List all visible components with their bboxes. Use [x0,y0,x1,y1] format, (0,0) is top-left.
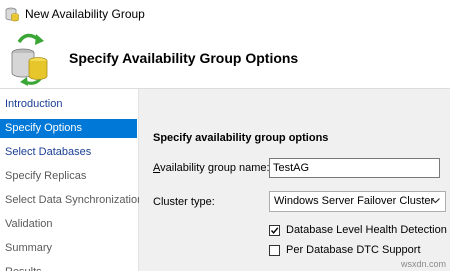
window-title: New Availability Group [25,7,145,21]
nav-item-select-databases[interactable]: Select Databases [0,143,137,162]
dtc-support-checkbox[interactable] [269,244,280,256]
nav-item-select-data-synchronization: Select Data Synchronization [5,194,144,206]
nav-item-specify-options[interactable]: Specify Options [0,119,137,138]
health-detection-checkbox[interactable] [269,224,280,236]
section-title: Specify availability group options [153,132,329,144]
dtc-support-label: Per Database DTC Support [286,244,421,256]
cluster-type-select[interactable]: Windows Server Failover Cluster [269,191,446,212]
ag-name-label-text: vailability group name: [160,162,270,174]
wizard-nav: Introduction Specify Options Select Data… [0,89,144,271]
ag-name-input[interactable] [269,158,440,178]
page-title: Specify Availability Group Options [69,50,299,66]
options-panel: Specify availability group options Avail… [139,89,450,271]
cluster-type-label: Cluster type: [153,196,215,208]
wizard-header: Specify Availability Group Options [0,28,450,89]
watermark: wsxdn.com [400,259,446,269]
nav-item-introduction[interactable]: Introduction [0,95,137,114]
title-bar: New Availability Group [0,0,450,28]
availability-group-icon [5,7,19,22]
ag-name-label: Availability group name: [153,162,270,174]
dtc-support-option[interactable]: Per Database DTC Support [269,243,421,257]
nav-item-summary: Summary [5,242,53,254]
cluster-type-value: Windows Server Failover Cluster [274,195,435,207]
database-sync-icon [11,33,48,86]
nav-item-validation: Validation [5,218,53,230]
chevron-down-icon [431,198,440,204]
health-detection-option[interactable]: Database Level Health Detection [269,223,447,237]
health-detection-label: Database Level Health Detection [286,224,447,236]
wizard-window: New Availability Group Specify Availabil… [0,0,450,271]
checkmark-icon [270,226,279,234]
nav-item-specify-replicas: Specify Replicas [5,170,87,182]
nav-item-results: Results [0,263,137,271]
